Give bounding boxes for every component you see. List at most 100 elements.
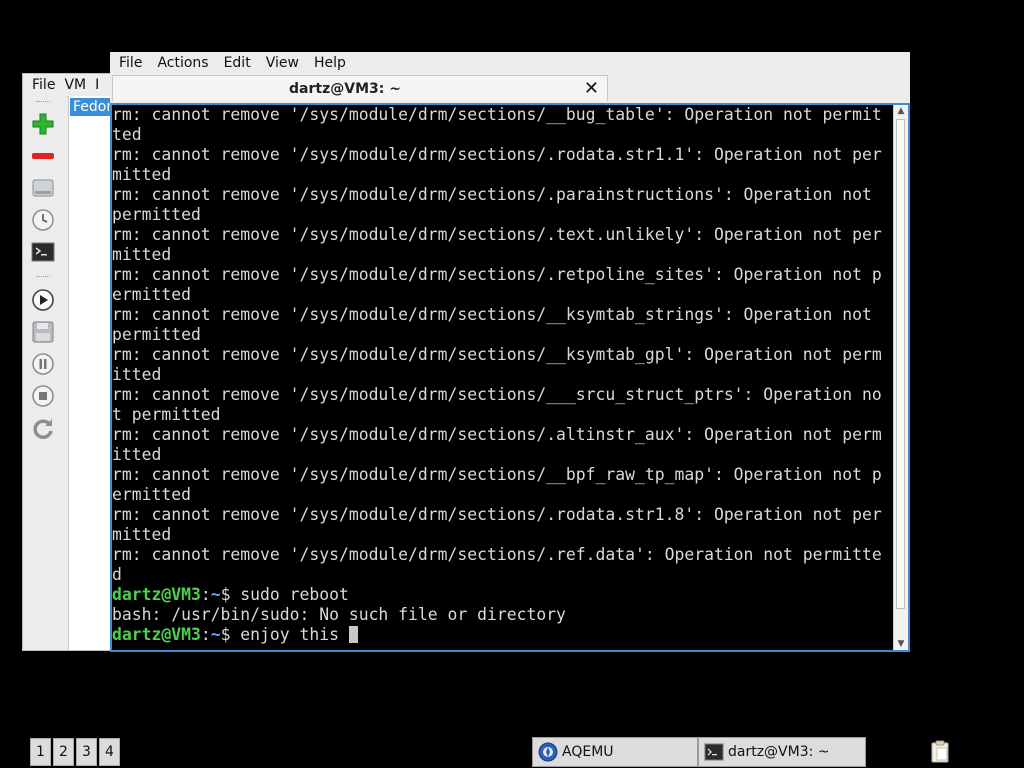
- output-text: rm: cannot remove '/sys/module/drm/secti…: [112, 385, 882, 404]
- output-text: mitted: [112, 245, 172, 264]
- terminal-line: rm: cannot remove '/sys/module/drm/secti…: [112, 545, 896, 565]
- text-cursor: [348, 626, 358, 643]
- terminal-line: permitted: [112, 325, 896, 345]
- menu-actions[interactable]: Actions: [157, 55, 208, 71]
- output-text: ermitted: [112, 285, 191, 304]
- command-text: $ enjoy this: [220, 625, 349, 644]
- menu-view[interactable]: View: [266, 55, 299, 71]
- output-text: itted: [112, 445, 162, 464]
- terminal-line: mitted: [112, 245, 896, 265]
- terminal-line: rm: cannot remove '/sys/module/drm/secti…: [112, 425, 896, 445]
- console-icon[interactable]: [30, 239, 56, 265]
- output-text: ted: [112, 125, 142, 144]
- terminal-line: rm: cannot remove '/sys/module/drm/secti…: [112, 385, 896, 405]
- add-vm-icon[interactable]: [30, 111, 56, 137]
- clock-icon[interactable]: [30, 207, 56, 233]
- menu-edit[interactable]: Edit: [224, 55, 251, 71]
- output-text: rm: cannot remove '/sys/module/drm/secti…: [112, 265, 882, 284]
- play-icon[interactable]: [30, 287, 56, 313]
- stop-icon[interactable]: [30, 383, 56, 409]
- scroll-up-icon[interactable]: ▲: [894, 105, 908, 117]
- terminal-line: d: [112, 565, 896, 585]
- output-text: rm: cannot remove '/sys/module/drm/secti…: [112, 505, 882, 524]
- terminal-line: t permitted: [112, 405, 896, 425]
- output-text: bash: /usr/bin/sudo: No such file or dir…: [112, 605, 566, 624]
- terminal-line: itted: [112, 445, 896, 465]
- output-text: permitted: [112, 205, 201, 224]
- terminal-line: rm: cannot remove '/sys/module/drm/secti…: [112, 465, 896, 485]
- terminal-line: permitted: [112, 205, 896, 225]
- output-text: rm: cannot remove '/sys/module/drm/secti…: [112, 105, 882, 124]
- scroll-down-icon[interactable]: ▼: [894, 638, 908, 650]
- terminal-tab[interactable]: dartz@VM3: ~ ✕: [112, 75, 608, 101]
- terminal-menubar: File Actions Edit View Help: [110, 52, 910, 74]
- close-tab-icon[interactable]: ✕: [584, 76, 599, 102]
- output-text: rm: cannot remove '/sys/module/drm/secti…: [112, 345, 882, 364]
- output-text: ermitted: [112, 485, 191, 504]
- output-text: rm: cannot remove '/sys/module/drm/secti…: [112, 425, 882, 444]
- terminal-line: rm: cannot remove '/sys/module/drm/secti…: [112, 265, 896, 285]
- task-terminal[interactable]: dartz@VM3: ~: [698, 737, 866, 767]
- terminal-line: dartz@VM3:~$ enjoy this: [112, 625, 896, 645]
- terminal-line: ermitted: [112, 285, 896, 305]
- toolbar-grip: [36, 276, 50, 279]
- terminal-line: dartz@VM3:~$ sudo reboot: [112, 585, 896, 605]
- terminal-line: rm: cannot remove '/sys/module/drm/secti…: [112, 345, 896, 365]
- workspace-4-button[interactable]: 4: [99, 738, 120, 766]
- terminal-line: mitted: [112, 525, 896, 545]
- terminal-tab-title: dartz@VM3: ~: [289, 81, 401, 97]
- terminal-icon: [704, 743, 724, 761]
- output-text: mitted: [112, 525, 172, 544]
- save-icon[interactable]: [30, 319, 56, 345]
- output-text: itted: [112, 365, 162, 384]
- terminal-line: rm: cannot remove '/sys/module/drm/secti…: [112, 105, 896, 125]
- reset-icon[interactable]: [30, 415, 56, 441]
- scrollbar-thumb[interactable]: [896, 119, 905, 609]
- prompt-colon: :: [200, 585, 211, 604]
- terminal-line: rm: cannot remove '/sys/module/drm/secti…: [112, 305, 896, 325]
- output-text: mitted: [112, 165, 172, 184]
- aqemu-toolbar: [23, 96, 67, 650]
- terminal-line: rm: cannot remove '/sys/module/drm/secti…: [112, 145, 896, 165]
- menu-file[interactable]: File: [119, 55, 142, 71]
- workspace-3-button[interactable]: 3: [76, 738, 97, 766]
- task-aqemu[interactable]: AQEMU: [532, 737, 698, 767]
- command-text: $ sudo reboot: [220, 585, 349, 604]
- prompt-colon: :: [200, 625, 211, 644]
- output-text: rm: cannot remove '/sys/module/drm/secti…: [112, 225, 882, 244]
- aqemu-menu-file[interactable]: File: [23, 77, 55, 93]
- taskbar: 1 2 3 4 AQEMU dartz@VM3: ~: [0, 736, 1024, 768]
- terminal-area[interactable]: rm: cannot remove '/sys/module/drm/secti…: [110, 103, 910, 652]
- terminal-window: File Actions Edit View Help dartz@VM3: ~…: [110, 52, 910, 652]
- aqemu-menu-overflow[interactable]: I: [86, 77, 99, 93]
- prompt-path: ~: [210, 625, 221, 644]
- output-text: rm: cannot remove '/sys/module/drm/secti…: [112, 305, 872, 324]
- task-aqemu-label: AQEMU: [562, 744, 614, 760]
- aqemu-icon: [538, 742, 558, 762]
- terminal-line: ermitted: [112, 485, 896, 505]
- terminal-scrollbar[interactable]: ▲ ▼: [893, 105, 908, 650]
- remove-vm-icon[interactable]: [30, 143, 56, 169]
- workspace-2-button[interactable]: 2: [53, 738, 74, 766]
- toolbar-grip: [36, 101, 50, 104]
- clipboard-icon[interactable]: [928, 740, 952, 764]
- terminal-line: mitted: [112, 165, 896, 185]
- task-terminal-label: dartz@VM3: ~: [728, 744, 830, 760]
- drive-icon[interactable]: [30, 175, 56, 201]
- output-text: t permitted: [112, 405, 221, 424]
- terminal-line: ted: [112, 125, 896, 145]
- workspace-1-button[interactable]: 1: [30, 738, 51, 766]
- terminal-line: bash: /usr/bin/sudo: No such file or dir…: [112, 605, 896, 625]
- terminal-output: rm: cannot remove '/sys/module/drm/secti…: [112, 105, 896, 650]
- output-text: permitted: [112, 325, 201, 344]
- prompt-path: ~: [210, 585, 221, 604]
- aqemu-menu-vm[interactable]: VM: [55, 77, 86, 93]
- output-text: rm: cannot remove '/sys/module/drm/secti…: [112, 465, 882, 484]
- menu-help[interactable]: Help: [314, 55, 346, 71]
- terminal-tabbar: dartz@VM3: ~ ✕: [110, 75, 910, 103]
- output-text: rm: cannot remove '/sys/module/drm/secti…: [112, 185, 872, 204]
- terminal-line: rm: cannot remove '/sys/module/drm/secti…: [112, 185, 896, 205]
- output-text: rm: cannot remove '/sys/module/drm/secti…: [112, 545, 882, 564]
- terminal-line: rm: cannot remove '/sys/module/drm/secti…: [112, 505, 896, 525]
- pause-icon[interactable]: [30, 351, 56, 377]
